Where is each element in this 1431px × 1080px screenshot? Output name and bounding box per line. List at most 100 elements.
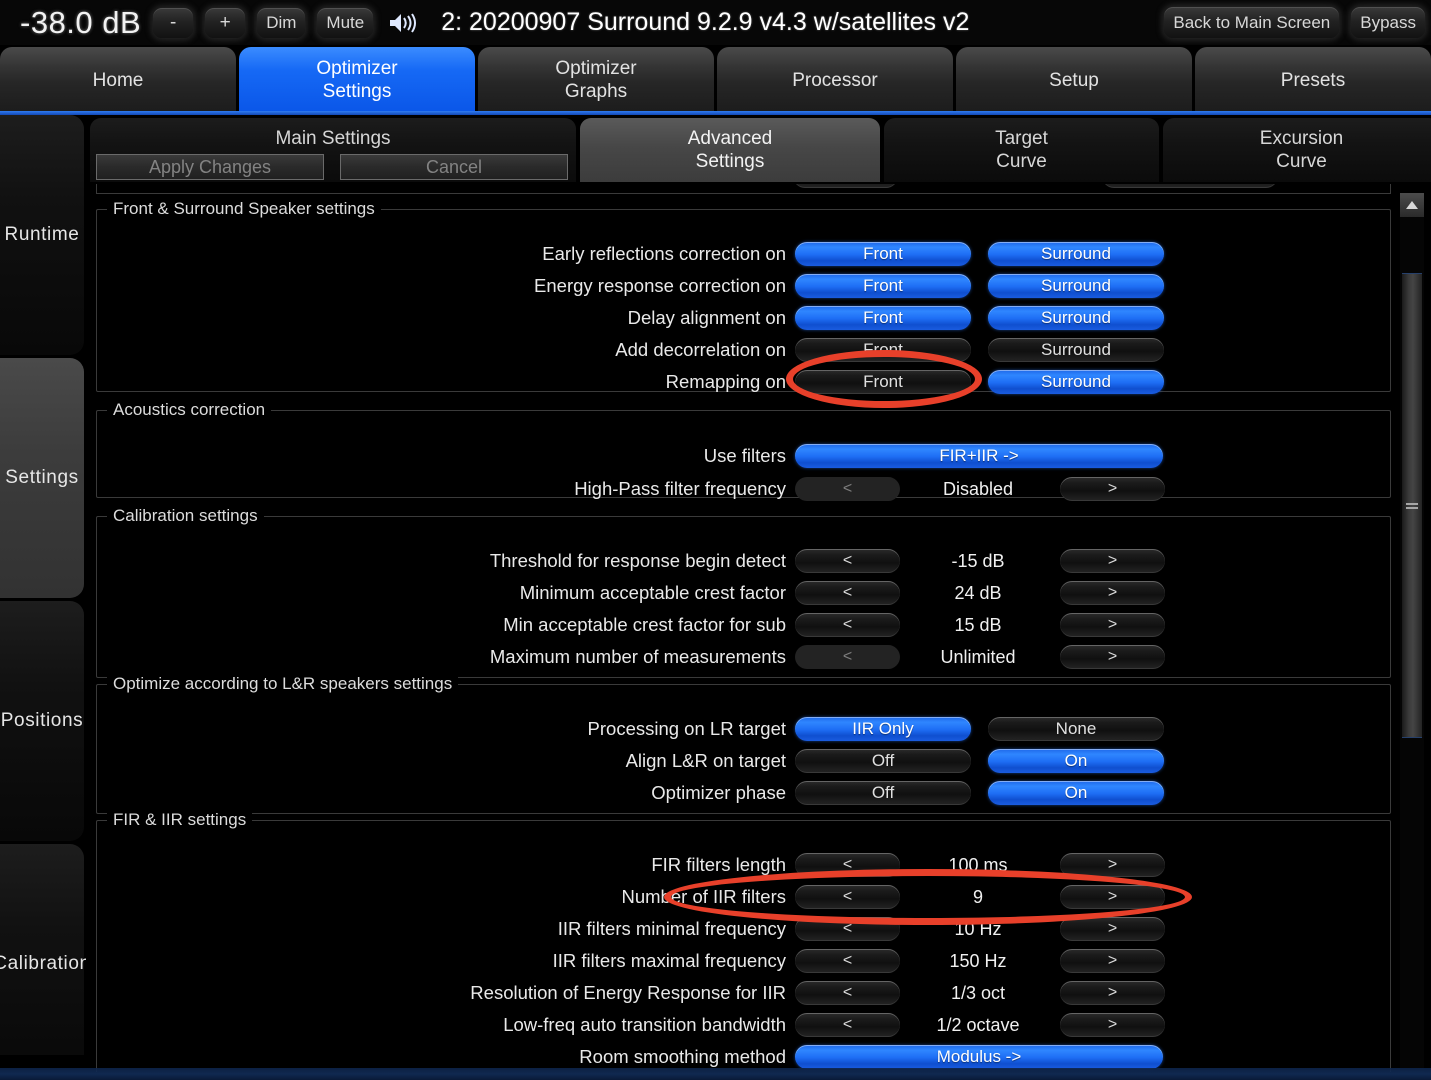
tab-presets[interactable]: Presets (1195, 47, 1431, 113)
row-add-decorrelation: Add decorrelation on Front Surround (97, 338, 1390, 362)
tab-home-line1: Home (92, 69, 144, 91)
sidebar-item-calibration[interactable]: Calibration (0, 844, 90, 1080)
row-iir-min-frequency: IIR filters minimal frequency < 10 Hz > (97, 917, 1390, 941)
highpass-next-button[interactable]: > (1060, 477, 1165, 501)
tab-optimizer-graphs[interactable]: Optimizer Graphs (478, 47, 714, 113)
energy-response-front-toggle[interactable]: Front (795, 274, 971, 298)
energy-response-surround-toggle[interactable]: Surround (988, 274, 1164, 298)
energy-resolution-next-button[interactable]: > (1060, 981, 1165, 1005)
tab-optimizer-settings-line2: Settings (322, 81, 392, 102)
add-decorrelation-surround-toggle[interactable]: Surround (988, 338, 1164, 362)
application-window: -38.0 dB - + Dim Mute 2: 20200907 Surrou… (0, 0, 1431, 1080)
align-lr-off-toggle[interactable]: Off (795, 749, 971, 773)
tab-advanced-settings-line1: Advanced (687, 128, 773, 149)
row-lowfreq-transition-label: Low-freq auto transition bandwidth (503, 1014, 786, 1035)
bypass-button[interactable]: Bypass (1351, 7, 1425, 38)
tab-excursion-curve[interactable]: Excursion Curve (1163, 118, 1431, 182)
sidebar-item-positions[interactable]: Positions (0, 601, 84, 841)
delay-alignment-surround-toggle[interactable]: Surround (988, 306, 1164, 330)
back-to-main-screen-button[interactable]: Back to Main Screen (1164, 7, 1340, 38)
tab-setup[interactable]: Setup (956, 47, 1192, 113)
fir-length-next-button[interactable]: > (1060, 853, 1165, 877)
vertical-scrollbar[interactable] (1400, 193, 1424, 1078)
partial-right-button[interactable] (1102, 184, 1278, 188)
tab-target-curve[interactable]: Target Curve (884, 118, 1159, 182)
speaker-volume-icon[interactable] (387, 10, 419, 36)
row-min-crest-sub: Min acceptable crest factor for sub < 15… (97, 613, 1390, 637)
tab-processor[interactable]: Processor (717, 47, 953, 113)
align-lr-on-toggle[interactable]: On (988, 749, 1164, 773)
iir-min-next-button[interactable]: > (1060, 917, 1165, 941)
number-iir-value: 9 (972, 886, 983, 907)
volume-readout: -38.0 dB (20, 4, 142, 40)
early-reflections-front-toggle[interactable]: Front (795, 242, 971, 266)
room-smoothing-value-button[interactable]: Modulus -> (795, 1045, 1163, 1069)
settings-panel: Front & Surround Speaker settings Early … (86, 184, 1431, 1072)
optimizer-phase-on-toggle[interactable]: On (988, 781, 1164, 805)
sidebar-item-positions-label: Positions (0, 710, 84, 731)
early-reflections-surround-toggle[interactable]: Surround (988, 242, 1164, 266)
section-lr-speakers-legend: Optimize according to L&R speakers setti… (107, 674, 459, 694)
sidebar-item-runtime-label: Runtime (4, 224, 80, 245)
tab-setup-line1: Setup (1049, 69, 1099, 91)
row-align-lr-target: Align L&R on target Off On (97, 749, 1390, 773)
sidebar-item-runtime[interactable]: Runtime (0, 115, 84, 355)
dim-button[interactable]: Dim (257, 7, 306, 38)
volume-up-button[interactable]: + (205, 7, 246, 38)
delay-alignment-front-toggle[interactable]: Front (795, 306, 971, 330)
lowfreq-transition-next-button[interactable]: > (1060, 1013, 1165, 1037)
section-fir-iir: FIR & IIR settings FIR filters length < … (96, 810, 1391, 1072)
remapping-front-toggle[interactable]: Front (795, 370, 971, 394)
tab-excursion-curve-line2: Curve (1276, 151, 1327, 172)
row-max-measurements: Maximum number of measurements < Unlimit… (97, 645, 1390, 669)
cancel-button[interactable]: Cancel (340, 154, 568, 180)
row-optimizer-phase: Optimizer phase Off On (97, 781, 1390, 805)
tab-optimizer-settings[interactable]: Optimizer Settings (239, 47, 475, 113)
add-decorrelation-front-toggle[interactable]: Front (795, 338, 971, 362)
row-iir-max-frequency: IIR filters maximal frequency < 150 Hz > (97, 949, 1390, 973)
scroll-up-button[interactable] (1400, 193, 1424, 217)
bottom-texture-strip (0, 1068, 1431, 1080)
sidebar: Runtime Settings Positions Calibration (0, 115, 90, 1080)
processing-lr-iir-only-toggle[interactable]: IIR Only (795, 717, 971, 741)
tab-target-curve-line1: Target (995, 128, 1048, 149)
row-delay-alignment-label: Delay alignment on (627, 307, 786, 328)
mute-button[interactable]: Mute (317, 7, 374, 38)
row-energy-response-label: Energy response correction on (534, 275, 786, 296)
partial-row-above (96, 184, 1391, 194)
row-min-crest-label: Minimum acceptable crest factor (519, 582, 786, 603)
scrollbar-thumb[interactable] (1402, 273, 1422, 738)
section-front-surround: Front & Surround Speaker settings Early … (96, 199, 1391, 394)
optimizer-phase-off-toggle[interactable]: Off (795, 781, 971, 805)
row-energy-resolution: Resolution of Energy Response for IIR < … (97, 981, 1390, 1005)
sidebar-item-settings-label: Settings (5, 467, 79, 488)
row-highpass-frequency-label: High-Pass filter frequency (574, 478, 786, 499)
row-optimizer-phase-label: Optimizer phase (651, 782, 786, 803)
apply-changes-button[interactable]: Apply Changes (96, 154, 324, 180)
number-iir-next-button[interactable]: > (1060, 885, 1165, 909)
row-fir-length-label: FIR filters length (651, 854, 786, 875)
iir-max-next-button[interactable]: > (1060, 949, 1165, 973)
row-min-crest-sub-label: Min acceptable crest factor for sub (503, 614, 786, 635)
tab-main-settings-label: Main Settings (275, 128, 391, 149)
partial-left-button[interactable] (793, 184, 898, 188)
highpass-value: Disabled (942, 478, 1014, 499)
section-fir-iir-legend: FIR & IIR settings (107, 810, 253, 830)
use-filters-value-button[interactable]: FIR+IIR -> (795, 444, 1163, 468)
tab-home[interactable]: Home (0, 47, 236, 113)
action-buttons: Apply Changes Cancel (96, 154, 568, 180)
max-measurements-next-button[interactable]: > (1060, 645, 1165, 669)
volume-down-button[interactable]: - (153, 7, 194, 38)
min-crest-sub-next-button[interactable]: > (1060, 613, 1165, 637)
processing-lr-none-toggle[interactable]: None (988, 717, 1164, 741)
tab-presets-line1: Presets (1280, 69, 1346, 91)
row-room-smoothing: Room smoothing method Modulus -> (97, 1045, 1390, 1069)
min-crest-next-button[interactable]: > (1060, 581, 1165, 605)
row-processing-lr-target: Processing on LR target IIR Only None (97, 717, 1390, 741)
energy-resolution-value: 1/3 oct (950, 982, 1006, 1003)
top-bar: -38.0 dB - + Dim Mute 2: 20200907 Surrou… (0, 0, 1431, 45)
sidebar-item-settings[interactable]: Settings (0, 358, 84, 598)
tab-advanced-settings[interactable]: Advanced Settings (580, 118, 880, 182)
threshold-next-button[interactable]: > (1060, 549, 1165, 573)
remapping-surround-toggle[interactable]: Surround (988, 370, 1164, 394)
